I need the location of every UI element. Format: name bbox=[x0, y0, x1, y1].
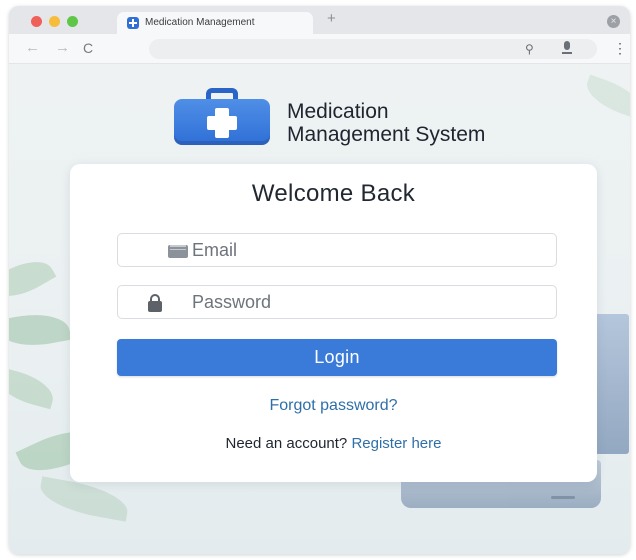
register-link[interactable]: Register here bbox=[351, 435, 441, 452]
forward-arrow-icon[interactable]: → bbox=[55, 40, 70, 56]
email-field[interactable] bbox=[117, 233, 557, 267]
app-name-line-1: Medication bbox=[287, 100, 389, 123]
forgot-password-link[interactable]: Forgot password? bbox=[70, 397, 597, 415]
login-card: Welcome Back Login Forgot password? Need… bbox=[70, 164, 597, 482]
app-name: Medication Management System bbox=[287, 100, 485, 146]
page-content: Medication Management System Welcome Bac… bbox=[9, 64, 630, 554]
background-leaf bbox=[9, 308, 72, 352]
medical-cross-icon bbox=[207, 116, 237, 130]
email-input[interactable] bbox=[192, 238, 542, 262]
page-title: Welcome Back bbox=[251, 180, 416, 207]
microphone-icon[interactable] bbox=[561, 41, 573, 55]
close-icon[interactable]: × bbox=[607, 15, 620, 28]
tab-bar: Medication Management + × bbox=[9, 6, 630, 34]
new-tab-button[interactable]: + bbox=[327, 11, 336, 27]
minimize-window-dot[interactable] bbox=[49, 16, 60, 27]
medical-case-logo-icon bbox=[174, 88, 270, 145]
password-input[interactable] bbox=[192, 290, 542, 314]
envelope-icon bbox=[168, 245, 188, 258]
app-name-line-2: Management System bbox=[287, 123, 486, 146]
background-leaf bbox=[37, 476, 131, 522]
background-leaf bbox=[9, 366, 58, 410]
login-button[interactable]: Login bbox=[117, 339, 557, 376]
register-prompt-text: Need an account? bbox=[225, 435, 348, 452]
background-leaf bbox=[581, 74, 630, 120]
background-leaf bbox=[9, 250, 57, 308]
browser-toolbar: ← → C ⚲ ⋮ bbox=[9, 34, 630, 64]
medical-case-favicon-icon bbox=[127, 17, 139, 29]
lock-icon bbox=[148, 294, 162, 312]
password-field[interactable] bbox=[117, 285, 557, 319]
register-prompt: Need an account? Register here bbox=[70, 435, 597, 452]
close-window-dot[interactable] bbox=[31, 16, 42, 27]
tab-medication-management[interactable]: Medication Management bbox=[117, 12, 313, 34]
search-icon[interactable]: ⚲ bbox=[525, 42, 534, 56]
tab-title: Medication Management bbox=[145, 17, 255, 28]
reload-icon[interactable]: C bbox=[83, 40, 93, 56]
browser-window: Medication Management + × ← → C ⚲ ⋮ Medi… bbox=[9, 6, 630, 554]
back-arrow-icon[interactable]: ← bbox=[25, 40, 40, 56]
menu-dots-icon[interactable]: ⋮ bbox=[613, 40, 627, 56]
maximize-window-dot[interactable] bbox=[67, 16, 78, 27]
